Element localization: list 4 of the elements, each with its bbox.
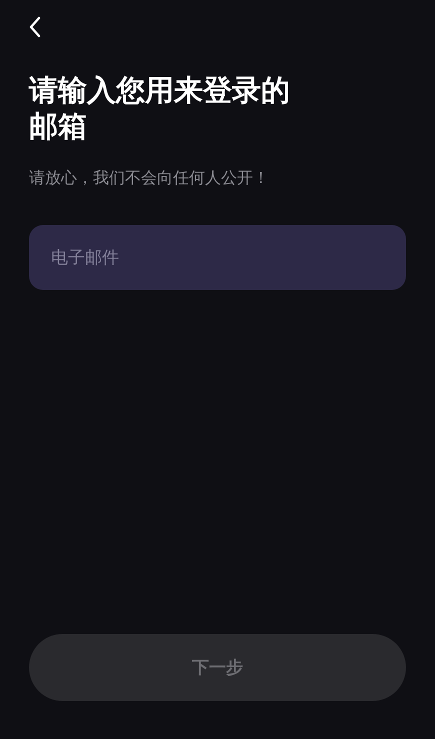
email-field[interactable]: 电子邮件 — [29, 225, 406, 290]
subtitle: 请放心，我们不会向任何人公开！ — [29, 168, 269, 189]
page-title: 请输入您用来登录的邮箱 — [29, 72, 291, 144]
back-icon — [29, 16, 41, 38]
